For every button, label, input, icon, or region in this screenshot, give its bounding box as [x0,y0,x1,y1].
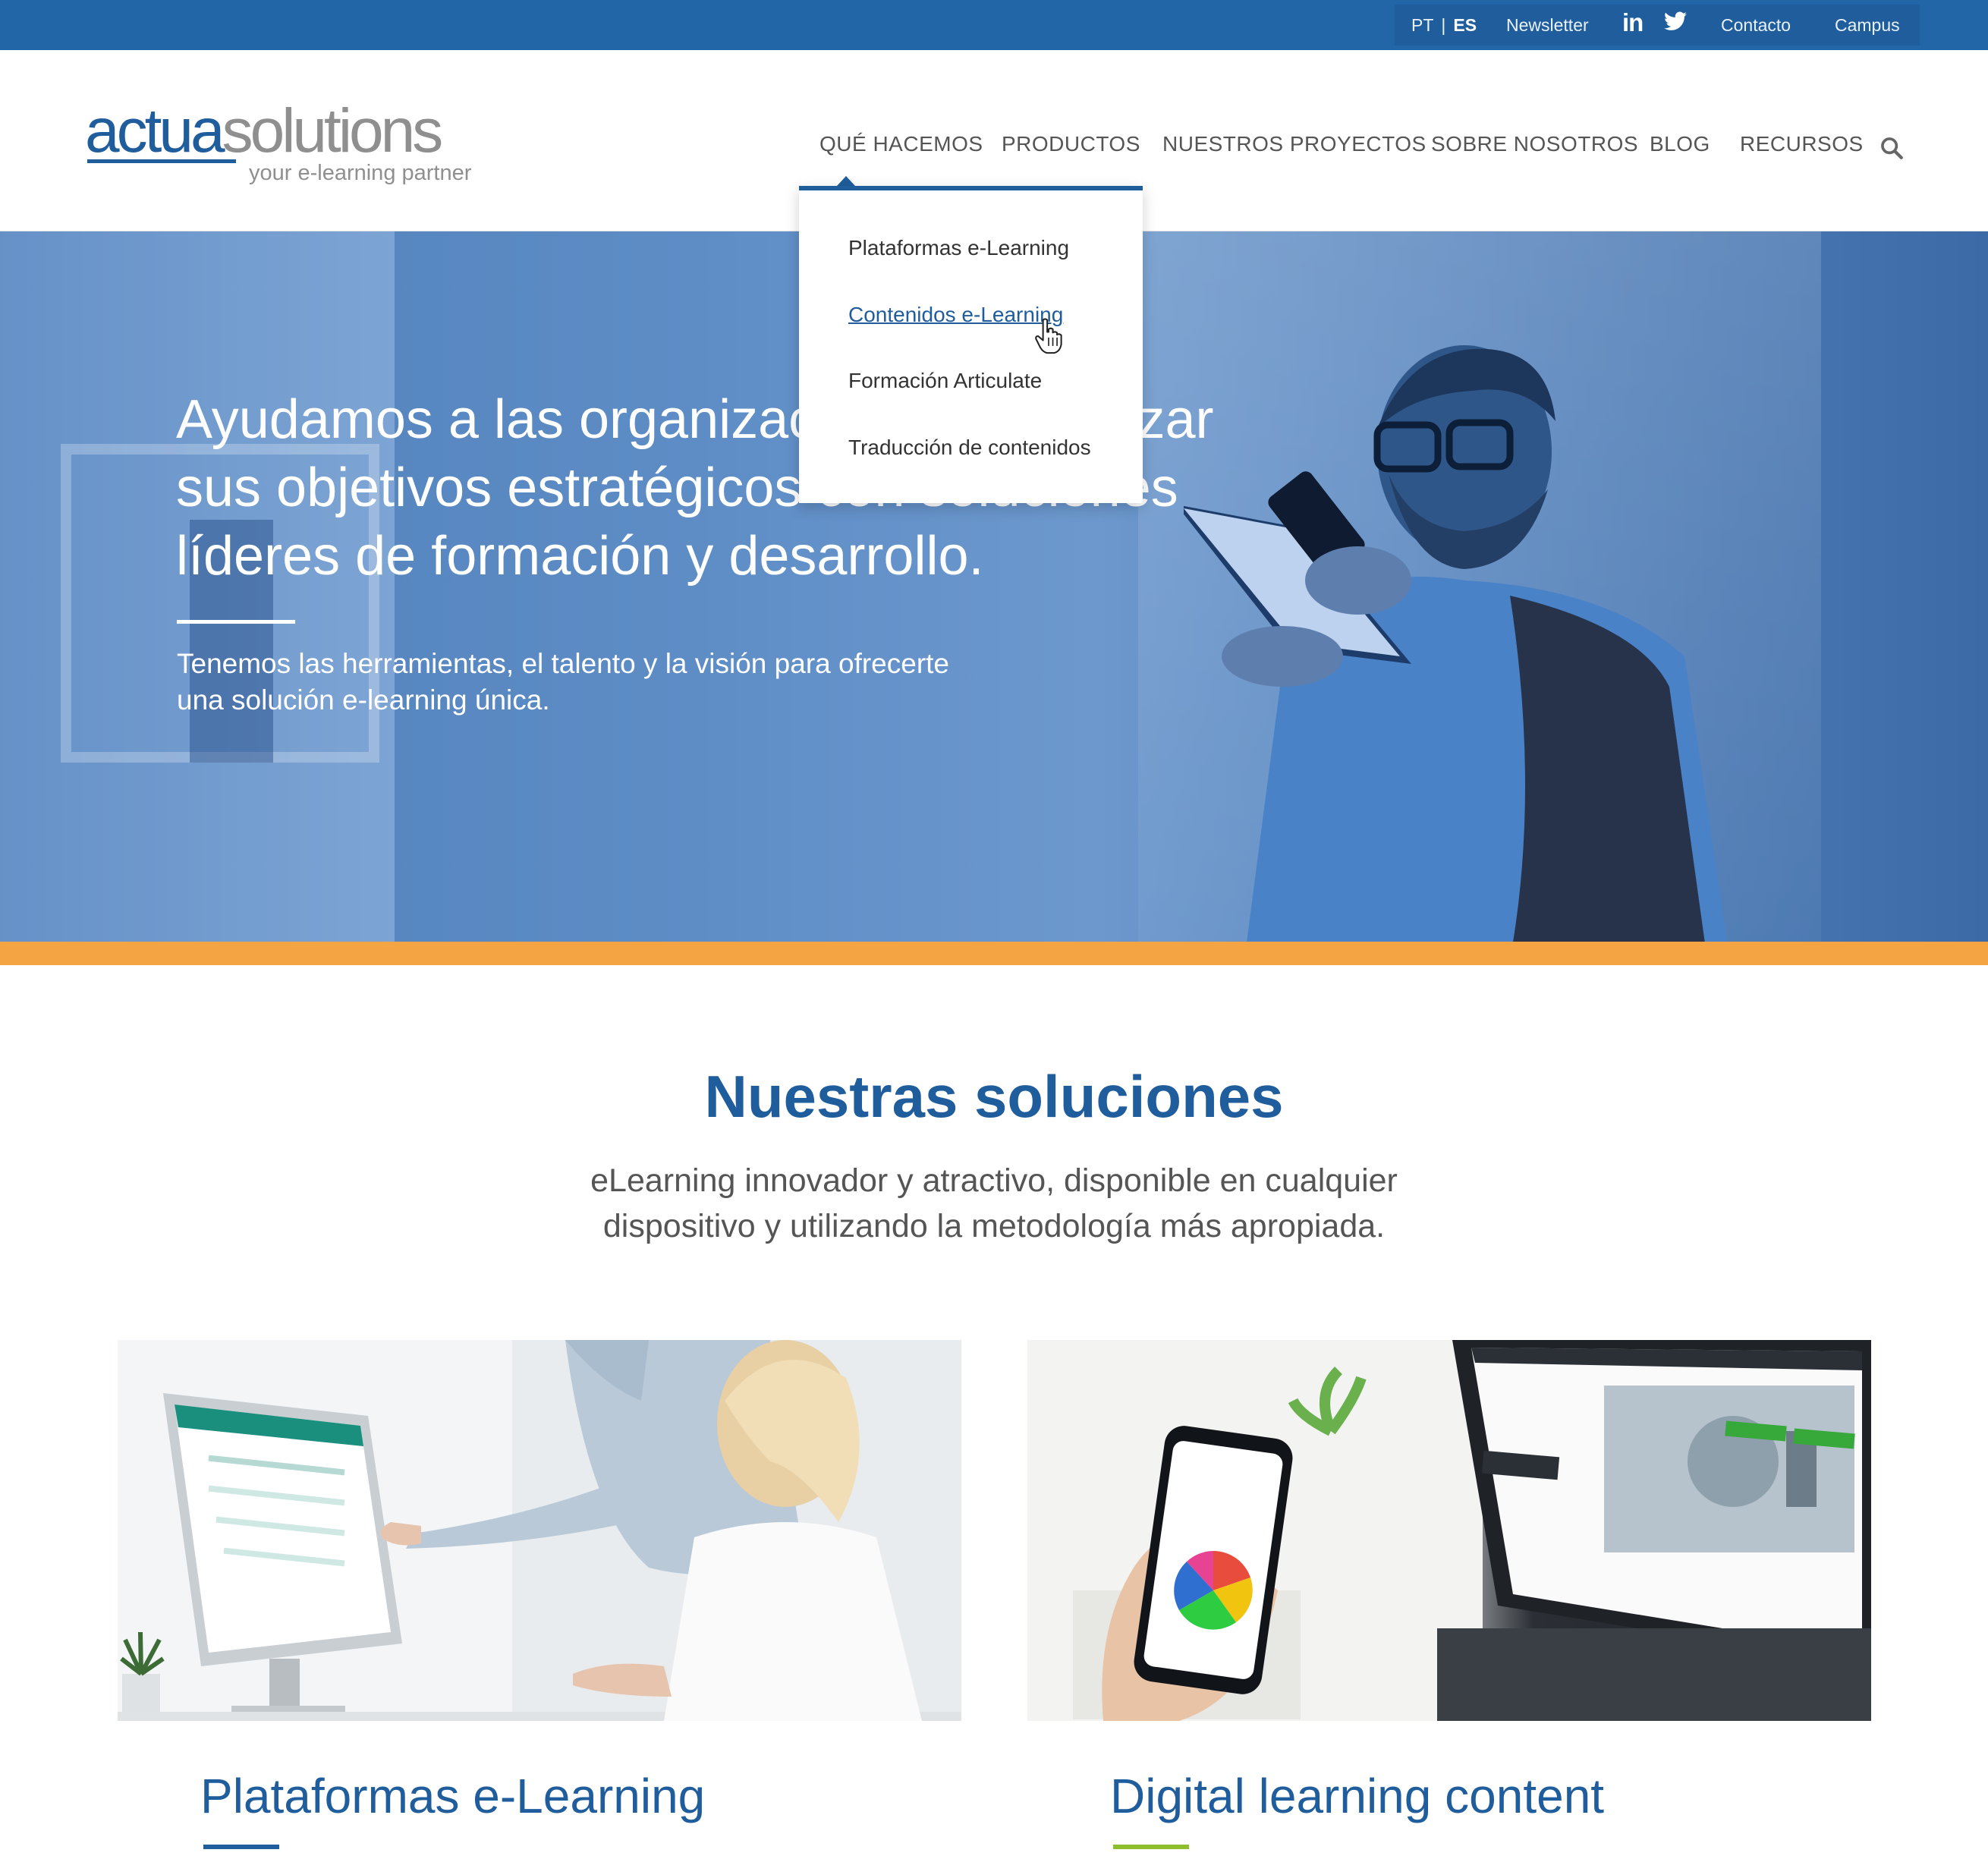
accent-band [0,942,1988,965]
solutions-lead-line: eLearning innovador y atractivo, disponi… [590,1162,1398,1199]
que-hacemos-dropdown-menu: Plataformas e-Learning Contenidos e-Lear… [799,186,1143,503]
lang-separator: | [1441,15,1446,35]
search-icon[interactable] [1879,135,1905,161]
plataformas-card-image[interactable] [118,1340,961,1721]
utility-links: PT | ES Newsletter in Contacto Campus [1395,5,1920,46]
dropdown-caret-icon [837,176,855,186]
hero-divider [177,620,295,624]
nav-productos[interactable]: PRODUCTOS [1002,132,1140,156]
phone-laptop-illustration [1027,1340,1871,1721]
lang-es-link[interactable]: ES [1453,15,1477,36]
hero-title-line: Ayudamos a las organizaciones a alcanzar [176,389,1214,450]
logo-underline [87,159,236,163]
nav-sobre-nosotros[interactable]: SOBRE NOSOTROS [1431,132,1638,156]
utility-bar: PT | ES Newsletter in Contacto Campus [0,0,1988,50]
logo-wordmark: actuasolutions [85,96,443,165]
lang-pt-link[interactable]: PT [1411,15,1433,36]
plataformas-card-title[interactable]: Plataformas e-Learning [200,1768,705,1824]
dropdown-item-plataformas[interactable]: Plataformas e-Learning [848,236,1069,260]
digital-content-card-image[interactable] [1027,1340,1871,1721]
dropdown-item-formacion-articulate[interactable]: Formación Articulate [848,369,1042,393]
nav-nuestros-proyectos[interactable]: NUESTROS PROYECTOS [1162,132,1427,156]
newsletter-link[interactable]: Newsletter [1506,15,1589,36]
logo-tagline: your e-learning partner [249,161,472,185]
site-logo[interactable]: actuasolutions your e-learning partner [85,100,480,199]
language-switcher: PT | ES [1411,15,1477,36]
hero-title-line: líderes de formación y desarrollo. [176,526,984,587]
campus-link[interactable]: Campus [1835,15,1900,36]
hero-subtitle-line: Tenemos las herramientas, el talento y l… [177,648,950,679]
hero-title-line: sus objetivos estratégicos con solucione… [176,458,1178,518]
nav-que-hacemos[interactable]: QUÉ HACEMOS [819,132,983,156]
plataformas-card-rule [203,1845,279,1849]
solutions-heading: Nuestras soluciones [704,1063,1284,1130]
office-monitor-illustration [118,1340,961,1721]
hero-subtitle-line: una solución e-learning única. [177,684,550,716]
hand-pointer-cursor-icon [1035,318,1062,354]
dropdown-item-traduccion[interactable]: Traducción de contenidos [848,436,1091,460]
linkedin-icon[interactable]: in [1622,8,1644,37]
dropdown-item-contenidos[interactable]: Contenidos e-Learning [848,303,1063,327]
solutions-lead: eLearning innovador y atractivo, disponi… [0,1158,1988,1249]
digital-content-card-rule [1113,1845,1189,1849]
hero-subtitle: Tenemos las herramientas, el talento y l… [177,646,1087,719]
hero-title: Ayudamos a las organizaciones a alcanzar… [176,385,1314,590]
contact-link[interactable]: Contacto [1721,15,1791,36]
nav-recursos[interactable]: RECURSOS [1740,132,1864,156]
nav-blog[interactable]: BLOG [1650,132,1710,156]
twitter-icon[interactable] [1664,11,1687,32]
solutions-lead-line: dispositivo y utilizando la metodología … [602,1208,1386,1244]
digital-content-card-title[interactable]: Digital learning content [1110,1768,1604,1824]
